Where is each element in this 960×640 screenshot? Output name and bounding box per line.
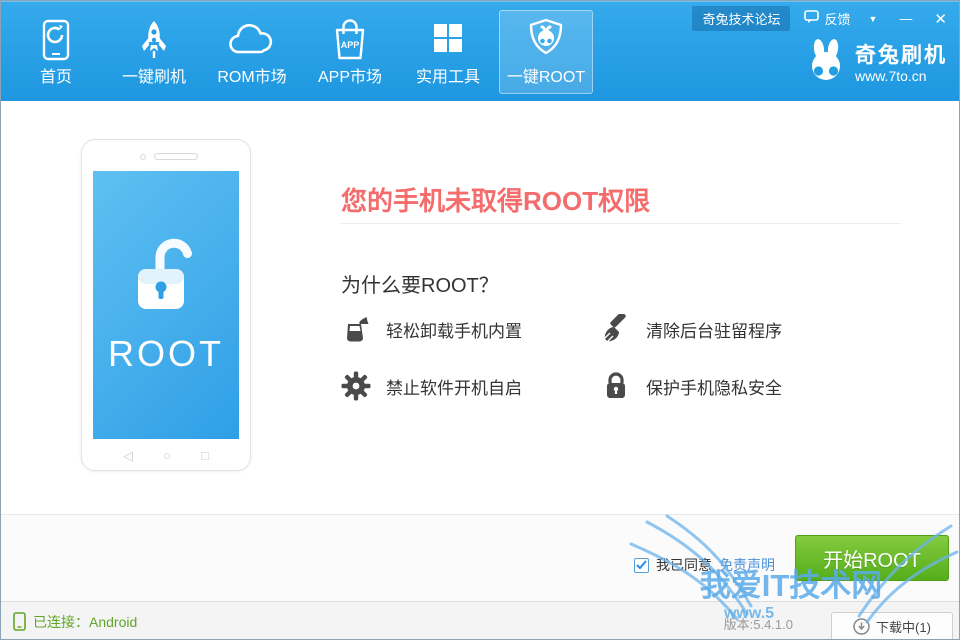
phone-screen: ROOT (93, 171, 239, 439)
tab-root[interactable]: 一键ROOT (499, 10, 593, 94)
topbar: 奇兔技术论坛 反馈 ▼ — ✕ (692, 6, 951, 31)
disclaimer-link[interactable]: 免责声明 (719, 555, 775, 575)
tab-flash[interactable]: 一键刷机 (107, 10, 201, 94)
feedback-label: 反馈 (824, 9, 850, 28)
feature-list: 轻松卸载手机内置 清除后台驻留程序 (341, 313, 861, 402)
action-bar: 我已同意免责声明 开始ROOT (1, 514, 959, 601)
tab-home-label: 首页 (40, 67, 72, 89)
rocket-icon (134, 15, 174, 67)
uninstall-icon (341, 314, 371, 344)
feature-autostart: 禁止软件开机自启 (341, 370, 601, 402)
rabbit-logo-icon (805, 38, 847, 89)
android-back-icon: ◁ (123, 448, 133, 464)
main-nav: 首页 一键刷机 (9, 10, 593, 94)
phone-speaker (154, 153, 198, 160)
start-root-button[interactable]: 开始ROOT (795, 535, 949, 581)
connection-status: 已连接：Android (13, 602, 137, 640)
chevron-down-icon[interactable]: ▼ (865, 14, 882, 24)
checkmark-icon (636, 560, 647, 570)
brush-icon (601, 314, 631, 344)
tools-grid-icon (428, 15, 468, 67)
logo-url: www.7to.cn (855, 68, 947, 84)
android-recent-icon: □ (201, 448, 209, 464)
feature-label: 禁止软件开机自启 (386, 374, 522, 399)
close-button[interactable]: ✕ (930, 10, 951, 28)
download-icon (853, 618, 870, 635)
feature-uninstall: 轻松卸载手机内置 (341, 313, 601, 345)
tab-app-market[interactable]: APP APP市场 (303, 10, 397, 94)
minimize-button[interactable]: — (895, 11, 916, 26)
tab-home[interactable]: 首页 (9, 10, 103, 94)
feature-privacy: 保护手机隐私安全 (601, 370, 861, 402)
cloud-icon (226, 15, 278, 67)
agree-row: 我已同意免责声明 (634, 555, 775, 575)
forum-link[interactable]: 奇兔技术论坛 (692, 6, 790, 31)
feature-label: 保护手机隐私安全 (646, 374, 782, 399)
tab-tools-label: 实用工具 (416, 67, 480, 89)
feature-label: 清除后台驻留程序 (646, 317, 782, 342)
version-label: 版本:5.4.1.0 (724, 614, 793, 633)
phone-illustration: ROOT ◁ ○ □ (81, 139, 251, 471)
download-button[interactable]: 下载中(1) (831, 612, 953, 640)
phone-connected-icon (13, 612, 26, 631)
tab-root-label: 一键ROOT (507, 67, 585, 89)
logo-name: 奇兔刷机 (855, 44, 947, 68)
tab-rom-market-label: ROM市场 (217, 67, 286, 89)
app-bag-icon: APP (328, 15, 372, 67)
main-content: ROOT ◁ ○ □ 您的手机未取得ROOT权限 为什么要ROOT？ (1, 101, 959, 514)
speech-bubble-icon (804, 10, 819, 27)
tab-app-market-label: APP市场 (318, 67, 382, 89)
agree-label: 我已同意 (656, 555, 712, 575)
phone-camera-dot (140, 154, 146, 160)
app-window: 首页 一键刷机 (0, 0, 960, 640)
title-divider (341, 223, 901, 224)
status-bar: 已连接：Android 版本:5.4.1.0 下载中(1) (1, 601, 959, 640)
agree-checkbox[interactable] (634, 558, 649, 573)
gear-icon (341, 371, 371, 401)
tab-rom-market[interactable]: ROM市场 (205, 10, 299, 94)
feature-label: 轻松卸载手机内置 (386, 317, 522, 342)
download-label: 下载中(1) (876, 617, 931, 636)
page-title: 您的手机未取得ROOT权限 (341, 181, 650, 218)
lock-icon (601, 371, 631, 401)
phone-root-text: ROOT (108, 333, 224, 375)
app-bag-text: APP (341, 40, 360, 50)
header: 首页 一键刷机 (1, 1, 959, 101)
connection-label: 已连接：Android (33, 612, 137, 632)
app-logo: 奇兔刷机 www.7to.cn (805, 38, 947, 89)
unlocked-padlock-icon (122, 235, 210, 315)
why-root-heading: 为什么要ROOT？ (341, 269, 499, 298)
feedback-button[interactable]: 反馈 (804, 9, 850, 28)
tab-flash-label: 一键刷机 (122, 67, 186, 89)
shield-rabbit-icon (524, 15, 568, 67)
tab-tools[interactable]: 实用工具 (401, 10, 495, 94)
home-refresh-icon (39, 15, 73, 67)
android-home-icon: ○ (163, 448, 171, 464)
feature-clean: 清除后台驻留程序 (601, 313, 861, 345)
